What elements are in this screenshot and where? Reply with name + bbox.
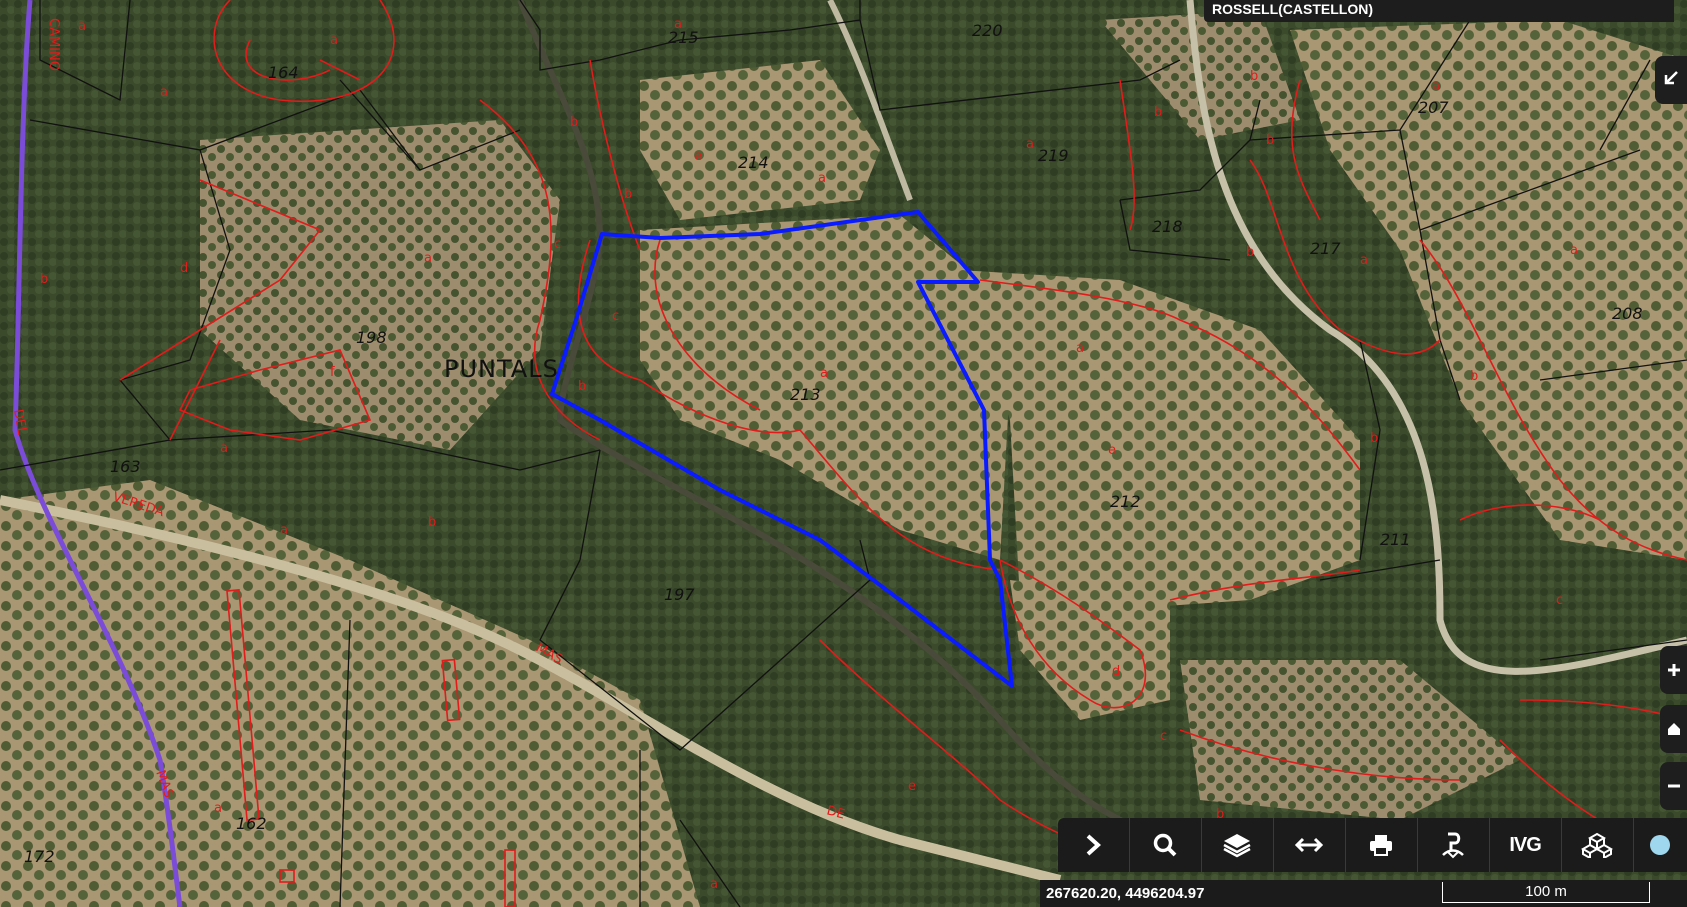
- parcel-label: 220: [972, 21, 1003, 40]
- parcel-label: 172: [24, 847, 55, 866]
- parking-pin-icon: [1439, 831, 1467, 859]
- subparcel-label: a: [424, 251, 432, 266]
- parcel-label: 208: [1612, 304, 1643, 323]
- place-name-label: PUNTALS: [444, 355, 559, 383]
- layers-button[interactable]: [1202, 818, 1274, 872]
- parcel-label: 219: [1038, 146, 1069, 165]
- parcel-label: 211: [1380, 530, 1411, 549]
- subparcel-label: c: [554, 237, 561, 252]
- subparcel-label: a: [1432, 79, 1440, 94]
- collapse-arrow-icon: [1662, 67, 1680, 93]
- coordinate-readout: 267620.20, 4496204.97: [1040, 880, 1440, 907]
- parcel-label: 212: [1110, 492, 1141, 511]
- toggle-panel-button[interactable]: [1058, 818, 1130, 872]
- subparcel-label: a: [280, 523, 288, 538]
- subparcel-label: a: [330, 33, 338, 48]
- subparcel-label: a: [1076, 341, 1084, 356]
- subparcel-label: e: [694, 149, 702, 164]
- subparcel-label: f: [330, 365, 335, 380]
- subparcel-label: a: [78, 19, 86, 34]
- subparcel-label: c: [1160, 729, 1167, 744]
- subparcel-label: b: [1370, 431, 1378, 446]
- subparcel-label: a: [710, 877, 718, 892]
- label-layer: 215 220 164 214 219 218 217 207 208 198 …: [10, 17, 1643, 892]
- parcel-label: 218: [1152, 217, 1183, 236]
- subparcel-label: b: [624, 187, 632, 202]
- search-icon: [1152, 832, 1178, 858]
- subparcel-label: c: [1556, 593, 1563, 608]
- parcel-label: 198: [356, 328, 387, 347]
- road-label: DEL: [10, 408, 29, 436]
- subparcel-label: a: [1570, 243, 1578, 258]
- collapse-panel-button[interactable]: [1655, 56, 1687, 104]
- print-button[interactable]: [1346, 818, 1418, 872]
- layers-icon: [1222, 832, 1252, 858]
- road-label: MAS: [533, 640, 565, 667]
- subparcel-label: e: [908, 779, 916, 794]
- subparcel-label: b: [578, 379, 586, 394]
- subparcel-label: b: [40, 272, 48, 287]
- subparcel-label: b: [428, 515, 436, 530]
- road-label: DE: [825, 803, 846, 822]
- zoom-in-icon: [1667, 657, 1681, 683]
- subparcel-label: a: [160, 85, 168, 100]
- 3d-view-button[interactable]: [1562, 818, 1634, 872]
- print-icon: [1368, 833, 1394, 857]
- subparcel-label: a: [214, 801, 222, 816]
- subparcel-label: b: [1266, 133, 1274, 148]
- road-label: VEREDA: [111, 490, 166, 521]
- subparcel-label: a: [1026, 137, 1034, 152]
- parcel-label: 213: [790, 385, 821, 404]
- scale-bar-container: 100 m: [1440, 880, 1687, 907]
- subparcel-label: a: [674, 17, 682, 32]
- cubes-icon: [1581, 832, 1614, 858]
- zoom-out-button[interactable]: [1660, 762, 1687, 810]
- scale-bar: 100 m: [1442, 882, 1650, 903]
- search-button[interactable]: [1130, 818, 1202, 872]
- ivg-button[interactable]: IVG: [1490, 818, 1562, 872]
- road-label: CAMINO: [46, 18, 61, 71]
- home-icon: [1667, 716, 1681, 742]
- subparcel-letters: a a a a a a a a a a a a a a a a b b b b …: [40, 17, 1578, 892]
- parcel-label: 162: [236, 814, 267, 833]
- parcel-label: 215: [668, 28, 699, 47]
- municipality-label: ROSSELL(CASTELLON): [1204, 0, 1674, 22]
- parcel-label: 163: [110, 457, 141, 476]
- parcel-label: 197: [664, 585, 695, 604]
- parcel-label: 214: [738, 153, 769, 172]
- measure-button[interactable]: [1274, 818, 1346, 872]
- subparcel-label: a: [818, 171, 826, 186]
- road-label: MAS: [152, 768, 176, 800]
- parking-pin-button[interactable]: [1418, 818, 1490, 872]
- ivg-icon: IVG: [1509, 833, 1541, 856]
- subparcel-label: a: [1360, 253, 1368, 268]
- subparcel-label: b: [1250, 69, 1258, 84]
- zoom-out-icon: [1667, 773, 1681, 799]
- globe-icon: [1648, 833, 1672, 857]
- subparcel-label: b: [1470, 369, 1478, 384]
- chevron-right-icon: [1083, 833, 1103, 857]
- subparcel-label: d: [1112, 664, 1120, 679]
- globe-button[interactable]: [1634, 818, 1687, 872]
- subparcel-label: a: [220, 441, 228, 456]
- parcel-label: 217: [1310, 239, 1341, 258]
- home-view-button[interactable]: [1660, 705, 1687, 753]
- subparcel-label: d: [180, 261, 188, 276]
- parcel-label: 164: [268, 63, 299, 82]
- zoom-in-button[interactable]: [1660, 646, 1687, 694]
- subparcel-label: b: [570, 115, 578, 130]
- map-view[interactable]: 215 220 164 214 219 218 217 207 208 198 …: [0, 0, 1687, 907]
- subparcel-label: c: [612, 309, 619, 324]
- subparcel-label: b: [1154, 105, 1162, 120]
- parcel-label: 207: [1418, 98, 1449, 117]
- subparcel-label: b: [1246, 245, 1254, 260]
- measure-icon: [1294, 835, 1324, 855]
- map-toolbar: IVG: [1058, 818, 1687, 872]
- subparcel-label: e: [1108, 443, 1116, 458]
- subparcel-label: a: [820, 366, 828, 381]
